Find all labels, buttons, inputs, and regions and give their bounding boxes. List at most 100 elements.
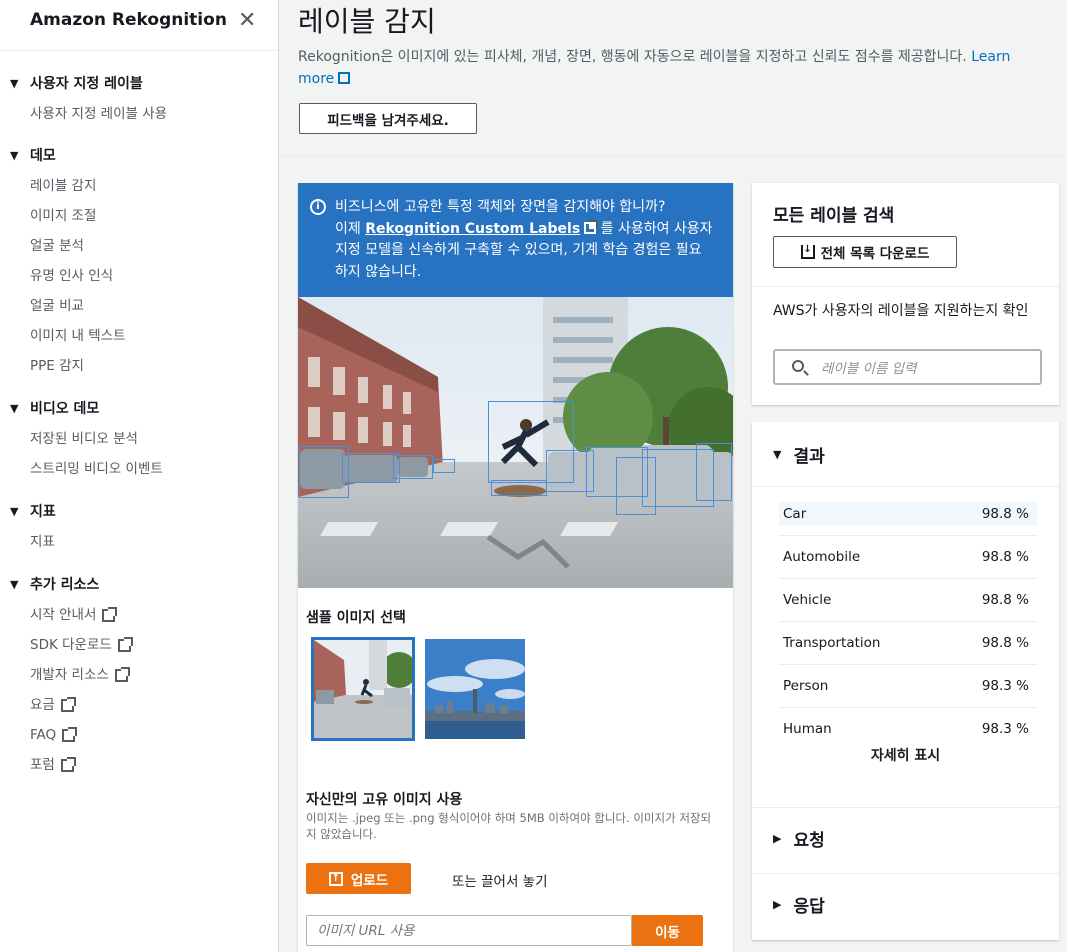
results-title: 결과 [793,447,825,467]
external-link-icon [60,696,76,712]
bbox-car[interactable] [696,443,732,501]
sidebar-item-label: 유명 인사 인식 [30,268,114,284]
sidebar-item-label: 이미지 조절 [30,208,97,224]
sidebar-item[interactable]: 이미지 내 텍스트 [10,321,126,351]
sidebar-item-label: PPE 감지 [30,358,84,374]
result-row[interactable]: Vehicle 98.8 % [779,588,1037,612]
download-list-button[interactable]: ↓ 전체 목록 다운로드 [773,236,957,268]
sidebar-item[interactable]: PPE 감지 [10,351,126,381]
download-label: 전체 목록 다운로드 [820,246,930,262]
result-confidence: 98.8 % [981,635,1029,651]
sample-image-city[interactable] [425,639,525,739]
result-label: Car [783,506,807,522]
search-hint: AWS가 사용자의 레이블을 지원하는지 확인 [773,303,1029,319]
close-icon[interactable]: ✕ [238,8,256,33]
nav-section-header[interactable]: ▼ 사용자 지정 레이블 [10,69,167,99]
result-confidence: 98.8 % [981,592,1029,608]
banner-line1: 비즈니스에 고유한 특정 객체와 장면을 감지해야 합니까? [335,199,666,215]
nav-section-header[interactable]: ▼ 지표 [10,497,56,527]
row-divider [779,578,1037,579]
custom-labels-link[interactable]: Rekognition Custom Labels [365,221,580,237]
show-more-button[interactable]: 자세히 표시 [752,745,1059,765]
banner-line2-pre: 이제 [335,220,361,237]
sidebar-item[interactable]: 개발자 리소스 [10,660,131,690]
nav-section-header[interactable]: ▼ 비디오 데모 [10,394,163,424]
result-confidence: 98.3 % [981,678,1029,694]
caret-down-icon: ▼ [10,578,19,591]
sidebar-item-label: 얼굴 분석 [30,238,84,254]
bbox-skateboard[interactable] [491,480,547,496]
sidebar-item[interactable]: 레이블 감지 [10,171,126,201]
result-row[interactable]: Person 98.3 % [779,674,1037,698]
feedback-button[interactable]: 피드백을 남겨주세요. [299,103,477,134]
request-toggle[interactable]: ▶ 요청 [773,826,825,851]
analyzed-image [298,297,733,588]
external-link-icon [114,666,130,682]
nav-section-title: 추가 리소스 [30,577,100,593]
search-placeholder: 레이블 이름 입력 [821,361,917,377]
caret-down-icon: ▼ [10,505,19,518]
nav-section: ▼ 비디오 데모 저장된 비디오 분석 스트리밍 비디오 이벤트 [10,394,163,484]
search-panel-title: 모든 레이블 검색 [773,206,895,226]
nav-section-title: 비디오 데모 [30,401,100,417]
nav-section-header[interactable]: ▼ 데모 [10,141,126,171]
results-toggle[interactable]: ▼ 결과 [773,442,825,467]
result-row[interactable]: Car 98.8 % [779,502,1037,526]
bbox-car[interactable] [393,455,433,479]
sidebar-item-label: 지표 [30,534,55,550]
info-icon: i [310,199,326,215]
caret-right-icon: ▶ [773,832,782,845]
sidebar-item[interactable]: 얼굴 비교 [10,291,126,321]
caret-down-icon: ▼ [10,149,19,162]
bbox-car[interactable] [342,453,400,483]
sidebar-item[interactable]: SDK 다운로드 [10,630,133,660]
sidebar-item[interactable]: 스트리밍 비디오 이벤트 [10,454,163,484]
result-confidence: 98.8 % [981,506,1029,522]
sidebar-item[interactable]: 시작 안내서 [10,600,131,630]
sidebar-item-label: 포럼 [30,757,55,773]
go-button[interactable]: 이동 [632,915,703,946]
sidebar-item[interactable]: 유명 인사 인식 [10,261,126,291]
sidebar-item[interactable]: 사용자 지정 레이블 사용 [10,99,167,129]
row-divider [779,621,1037,622]
external-link-icon [62,726,78,742]
download-icon: ↓ [800,245,815,259]
result-row[interactable]: Automobile 98.8 % [779,545,1037,569]
info-banner: i 비즈니스에 고유한 특정 객체와 장면을 감지해야 합니까? 이제 Reko… [298,183,733,297]
upload-button[interactable]: ↑ 업로드 [306,863,411,894]
label-search-input[interactable]: 레이블 이름 입력 [773,349,1042,385]
city-thumbnail [425,639,525,739]
upload-label: 업로드 [350,872,389,889]
nav-section-title: 지표 [30,504,56,520]
street-thumbnail [314,640,412,738]
sidebar-item[interactable]: 포럼 [10,750,131,780]
row-divider [779,664,1037,665]
sidebar-item[interactable]: 저장된 비디오 분석 [10,424,163,454]
sidebar-item[interactable]: 이미지 조절 [10,201,126,231]
image-url-input[interactable] [306,915,632,946]
result-confidence: 98.3 % [981,721,1029,737]
sidebar-item[interactable]: 요금 [10,690,131,720]
bbox-car[interactable] [433,459,455,473]
sidebar-item-label: 개발자 리소스 [30,667,109,683]
sidebar-item-label: 레이블 감지 [30,178,97,194]
result-row[interactable]: Transportation 98.8 % [779,631,1037,655]
sample-image-street[interactable] [311,637,415,741]
brand-title[interactable]: Amazon Rekognition [30,10,227,30]
section-divider [752,807,1059,808]
row-divider [779,707,1037,708]
sidebar-item[interactable]: 지표 [10,527,56,557]
sidebar-item-label: 이미지 내 텍스트 [30,328,126,344]
nav-section-title: 사용자 지정 레이블 [30,76,143,92]
external-link-icon [102,606,118,622]
nav-section: ▼ 데모레이블 감지이미지 조절얼굴 분석유명 인사 인식얼굴 비교이미지 내 텍… [10,141,126,381]
result-row[interactable]: Human 98.3 % [779,717,1037,741]
response-toggle[interactable]: ▶ 응답 [773,892,825,917]
sidebar-item[interactable]: 얼굴 분석 [10,231,126,261]
response-title: 응답 [793,897,825,917]
result-label: Person [783,678,829,694]
nav-section-header[interactable]: ▼ 추가 리소스 [10,570,131,600]
sidebar-item-label: 시작 안내서 [30,607,97,623]
sidebar-divider [0,50,278,51]
sidebar-item[interactable]: FAQ [10,720,131,750]
